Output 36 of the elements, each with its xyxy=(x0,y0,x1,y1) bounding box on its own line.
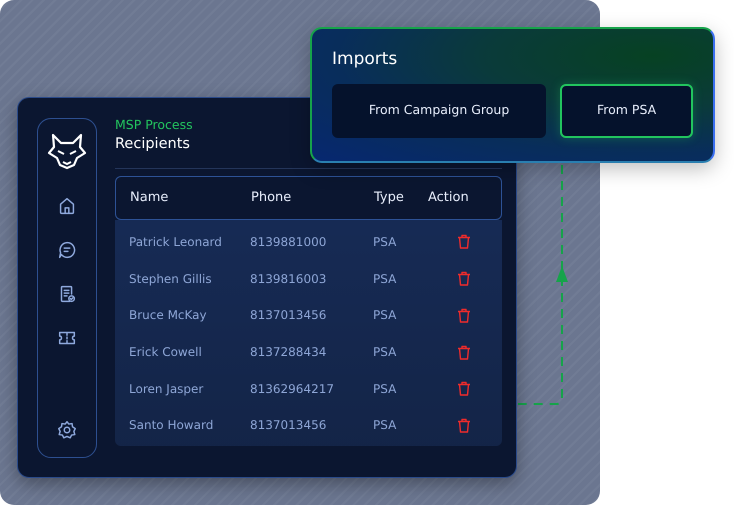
type-cell: PSA xyxy=(373,234,396,249)
trash-icon[interactable] xyxy=(457,344,471,360)
type-cell: PSA xyxy=(373,418,396,432)
trash-icon[interactable] xyxy=(457,381,471,396)
trash-icon[interactable] xyxy=(457,418,471,433)
column-header: Type xyxy=(374,190,404,205)
phone-cell: 81362964217 xyxy=(250,382,334,396)
phone-cell: 8139816003 xyxy=(250,272,326,286)
type-cell: PSA xyxy=(373,345,396,359)
trash-icon[interactable] xyxy=(457,271,471,286)
name-cell: Patrick Leonard xyxy=(129,234,222,249)
name-cell: Erick Cowell xyxy=(129,345,202,359)
column-header: Name xyxy=(130,190,168,205)
trash-icon[interactable] xyxy=(457,234,471,250)
name-cell: Loren Jasper xyxy=(129,382,204,396)
chat-bubble-icon[interactable] xyxy=(56,239,78,261)
trash-icon[interactable] xyxy=(457,308,471,323)
column-header: Action xyxy=(428,190,469,205)
import-option-button[interactable]: From PSA xyxy=(560,84,694,138)
section-label: MSP Process xyxy=(115,118,194,132)
import-option-button[interactable]: From Campaign Group xyxy=(332,84,546,138)
type-cell: PSA xyxy=(373,272,396,286)
name-cell: Santo Howard xyxy=(129,418,214,432)
settings-icon[interactable] xyxy=(56,419,78,441)
name-cell: Bruce McKay xyxy=(129,308,207,322)
phone-cell: 8137013456 xyxy=(250,308,326,322)
phone-cell: 8137288434 xyxy=(250,345,326,359)
phone-cell: 8137013456 xyxy=(250,418,326,432)
phone-cell: 8139881000 xyxy=(250,234,326,249)
type-cell: PSA xyxy=(373,308,396,322)
column-header: Phone xyxy=(251,190,292,205)
name-cell: Stephen Gillis xyxy=(129,272,212,286)
type-cell: PSA xyxy=(373,382,396,396)
page-title: Recipients xyxy=(115,134,191,154)
wolf-head-icon xyxy=(47,131,87,171)
panel-title: Imports xyxy=(332,48,398,71)
